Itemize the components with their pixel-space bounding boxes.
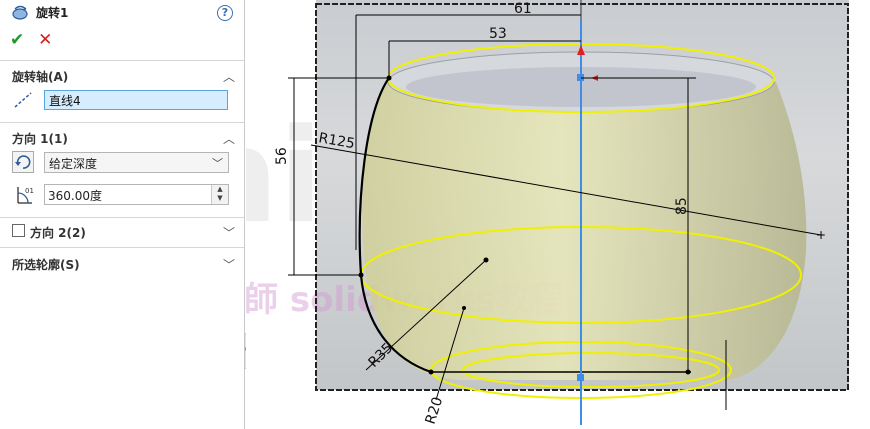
expand-chevron-icon[interactable]: ﹀ xyxy=(222,256,236,272)
spin-up-icon[interactable]: ▲ xyxy=(212,185,228,194)
help-icon[interactable]: ? xyxy=(217,5,233,21)
direction1-title[interactable]: 方向 1(1) xyxy=(12,130,68,147)
revolve-feature-icon xyxy=(12,5,28,20)
action-buttons: ✔ ✕ xyxy=(10,30,70,50)
reverse-direction-icon[interactable] xyxy=(12,151,34,173)
end-condition-select[interactable]: 给定深度 ﹀ xyxy=(44,152,229,173)
angle-value: 360.00度 xyxy=(48,189,102,203)
chevron-down-icon: ﹀ xyxy=(212,157,223,170)
dim-56: 56 xyxy=(274,147,290,165)
end-condition-value: 给定深度 xyxy=(49,157,98,171)
angle-spinner[interactable]: ▲ ▼ xyxy=(211,185,228,204)
graphics-viewport[interactable]: ni 泥老師 solidworks教程 xyxy=(246,0,870,429)
centre-mark: + xyxy=(816,228,826,242)
collapse-chevron-icon[interactable]: ︿ xyxy=(222,68,236,84)
direction2-title[interactable]: 方向 2(2) xyxy=(30,224,86,241)
property-manager-panel: 旋转1 ? ✔ ✕ 旋转轴(A) ︿ 直线4 方向 1(1) ︿ 给定深度 ﹀ … xyxy=(0,0,245,429)
ok-button[interactable]: ✔ xyxy=(10,30,24,50)
angle-input[interactable]: 360.00度 ▲ ▼ xyxy=(44,184,229,205)
contours-title[interactable]: 所选轮廓(S) xyxy=(12,256,80,273)
dim-r20: R20 xyxy=(423,395,447,426)
angle-icon: 01 xyxy=(17,187,34,204)
feature-header: 旋转1 ? xyxy=(0,0,245,26)
dim-85: 85 xyxy=(674,197,690,215)
contours-section: 所选轮廓(S) ﹀ xyxy=(0,247,244,277)
collapse-chevron-icon[interactable]: ︿ xyxy=(222,130,236,146)
axis-endpoint-bottom xyxy=(577,374,584,381)
dim-53: 53 xyxy=(489,26,507,42)
dim-r125: R125 xyxy=(317,130,356,152)
spin-down-icon[interactable]: ▼ xyxy=(212,194,228,203)
direction2-checkbox[interactable] xyxy=(12,224,25,237)
svg-text:01: 01 xyxy=(25,187,34,195)
axis-section-title[interactable]: 旋转轴(A) xyxy=(12,68,68,85)
sketch-canvas: + 61 53 56 85 R125 R35 R20 xyxy=(274,0,849,426)
bowl-body-shape xyxy=(362,78,807,380)
cancel-button[interactable]: ✕ xyxy=(38,30,52,50)
axis-line-icon xyxy=(14,92,32,108)
rotation-axis-field[interactable]: 直线4 xyxy=(44,90,228,110)
feature-title: 旋转1 xyxy=(36,6,69,20)
dim-61: 61 xyxy=(514,1,532,17)
expand-chevron-icon[interactable]: ﹀ xyxy=(222,224,236,240)
direction2-section: 方向 2(2) ﹀ xyxy=(0,217,244,247)
